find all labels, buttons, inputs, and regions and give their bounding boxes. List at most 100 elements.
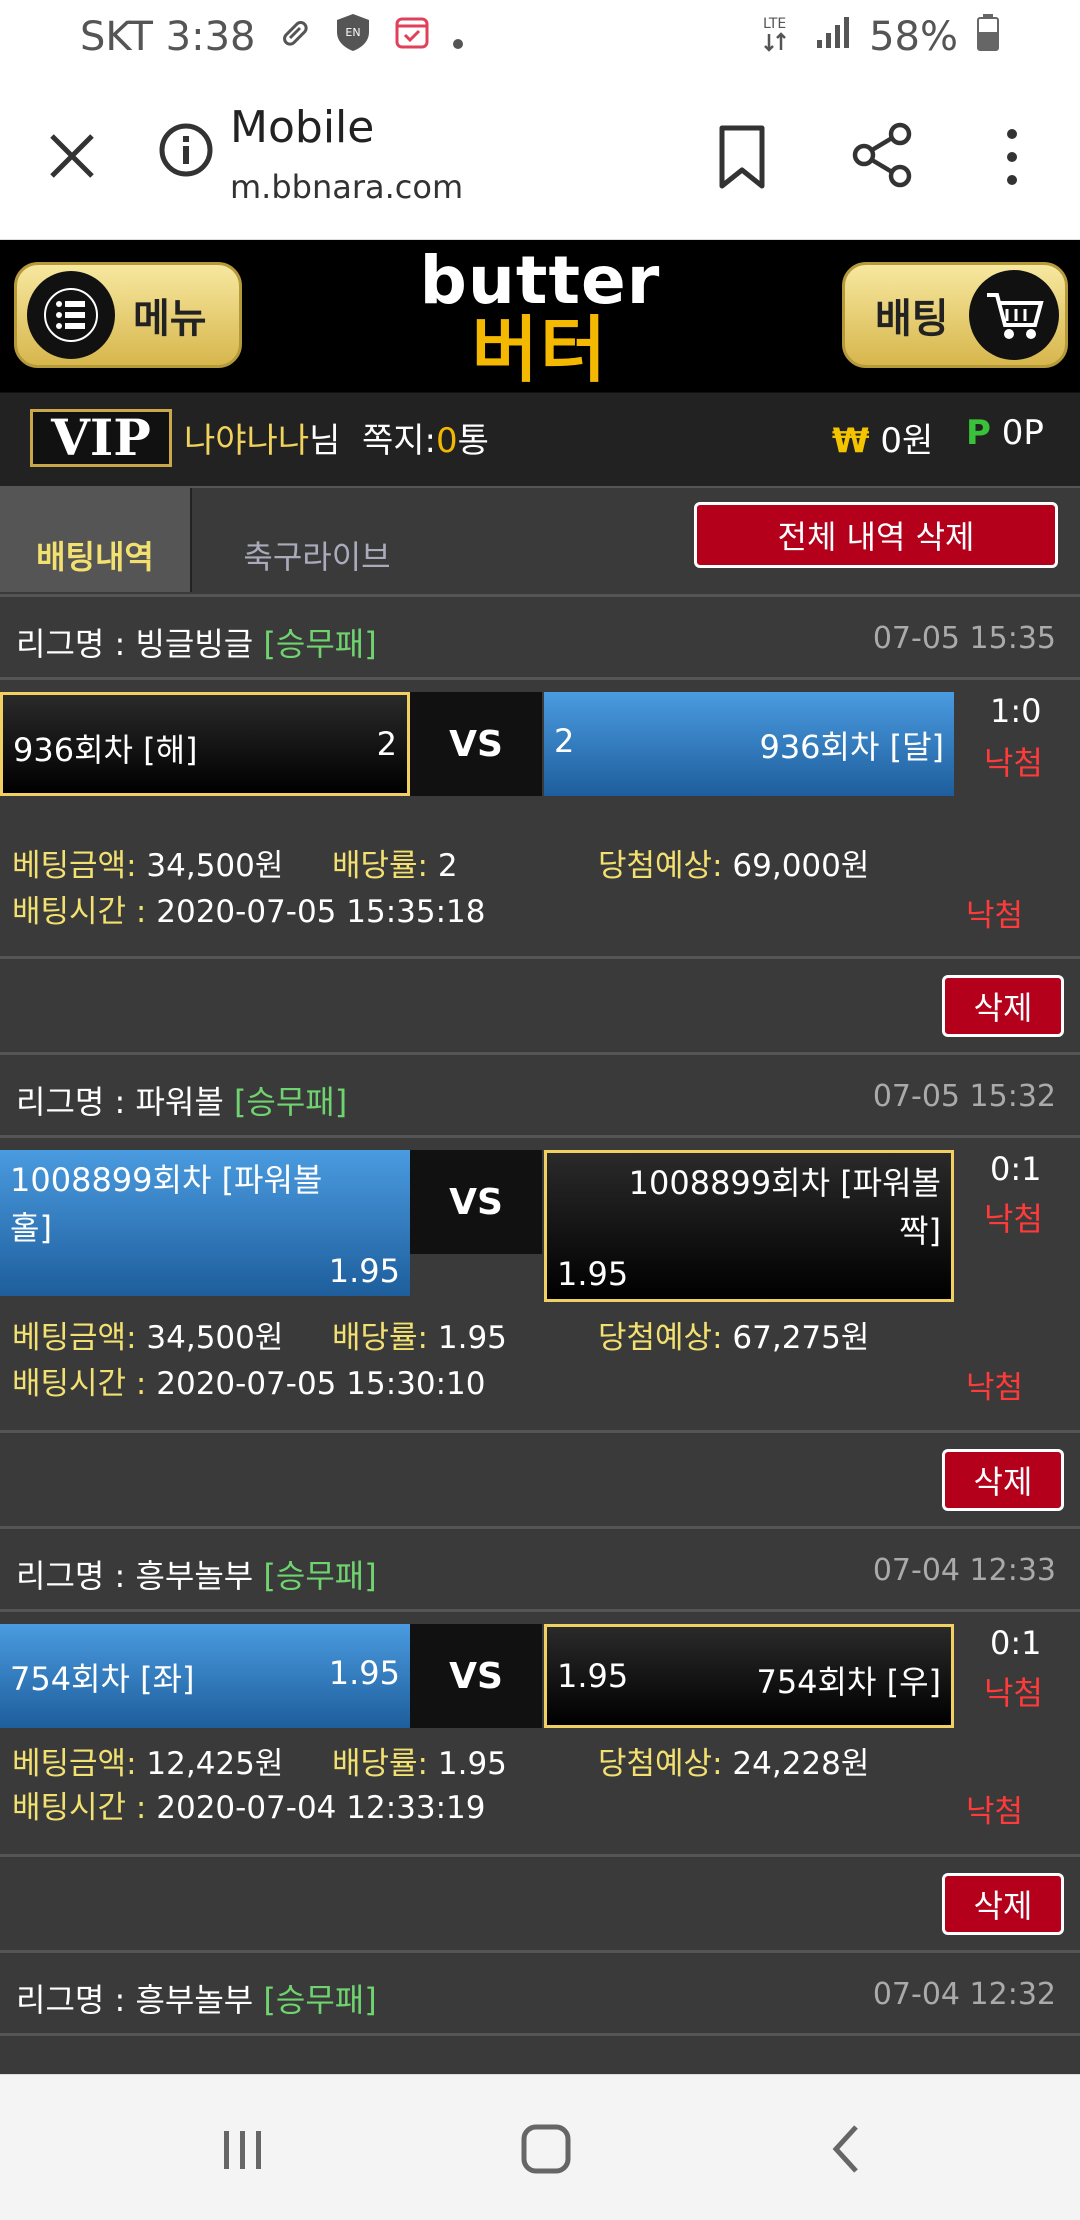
- match-row: 754회차 [좌] 1.95 VS 1.95 754회차 [우] 0:1 낙첨: [0, 1612, 1080, 1728]
- bet-time-label: 배팅시간 :: [12, 1790, 147, 1826]
- away-team-odds: 1.95: [557, 1657, 629, 1695]
- match-row: 1008899회차 [파워볼 홀] 1.95 VS 1008899회차 [파워볼…: [0, 1138, 1080, 1302]
- bet-time: 배팅시간 : 2020-07-05 15:30:10: [12, 1358, 486, 1403]
- away-team-box[interactable]: 1008899회차 [파워볼 짝] 1.95: [544, 1150, 954, 1302]
- entry-actions: 삭제: [0, 1430, 1080, 1526]
- bet-expect-value: 24,228원: [732, 1746, 870, 1782]
- bet-time-value: 2020-07-04 12:33:19: [156, 1790, 486, 1826]
- page-url[interactable]: m.bbnara.com: [230, 168, 463, 206]
- back-icon[interactable]: [826, 2121, 866, 2177]
- user-name: 나야나나님: [184, 413, 340, 462]
- away-team-name: 754회차 [우]: [756, 1663, 941, 1701]
- bet-info: 베팅금액: 34,500원 배당률: 2 당첨예상: 69,000원 배팅시간 …: [0, 836, 1080, 956]
- shield-icon: EN: [334, 12, 372, 62]
- bet-rate-value: 2: [437, 848, 458, 884]
- calendar-icon: [394, 14, 430, 60]
- share-icon[interactable]: [850, 122, 916, 188]
- league-name: 리그명 : 파워볼 [승무패]: [16, 1077, 347, 1123]
- delete-button[interactable]: 삭제: [942, 975, 1064, 1037]
- league-header: 리그명 : 흥부놀부 [승무패] 07-04 12:32: [0, 1950, 1080, 2036]
- home-team-odds: 2: [376, 725, 397, 763]
- bet-expect: 당첨예상: 67,275원: [598, 1312, 869, 1357]
- bet-amount: 베팅금액: 12,425원: [12, 1738, 283, 1783]
- tab-soccer-live[interactable]: 축구라이브: [192, 488, 442, 592]
- away-team-odds: 1.95: [557, 1255, 629, 1293]
- battery-percent: 58%: [869, 14, 958, 60]
- status-right: LTE 58%: [761, 12, 1000, 62]
- bet-rate: 배당률: 2: [332, 840, 458, 885]
- league-tag: [승무패]: [263, 1981, 377, 2019]
- match-row: 936회차 [해] 2 VS 2 936회차 [달] 1:0 낙첨: [0, 680, 1080, 836]
- user-info-bar: VIP 나야나나님 쪽지:0통 ₩ 0원 P 0P: [0, 392, 1080, 486]
- league-label: 리그명 : 흥부놀부: [16, 1981, 254, 2019]
- league-time: 07-04 12:33: [872, 1553, 1056, 1588]
- bet-time-label: 배팅시간 :: [12, 1366, 147, 1402]
- league-name: 리그명 : 흥부놀부 [승무패]: [16, 1551, 377, 1597]
- bet-rate-label: 배당률:: [332, 1320, 429, 1356]
- bet-time-value: 2020-07-05 15:30:10: [156, 1366, 486, 1402]
- system-nav-bar: [0, 2074, 1080, 2220]
- bet-expect-label: 당첨예상:: [598, 1746, 723, 1782]
- league-name: 리그명 : 흥부놀부 [승무패]: [16, 1975, 377, 2021]
- match-result: 낙첨: [984, 1674, 1043, 1712]
- entry-actions: 삭제: [0, 956, 1080, 1052]
- more-vert-icon[interactable]: [994, 122, 1030, 192]
- home-icon[interactable]: [518, 2121, 574, 2177]
- bet-amount: 베팅금액: 34,500원: [12, 840, 283, 885]
- delete-button[interactable]: 삭제: [942, 1873, 1064, 1935]
- league-label: 리그명 : 흥부놀부: [16, 1557, 254, 1595]
- league-tag: [승무패]: [263, 1557, 377, 1595]
- dot-icon: [452, 14, 464, 60]
- bet-button[interactable]: 배팅: [842, 262, 1068, 368]
- bet-rate-value: 1.95: [437, 1746, 507, 1782]
- away-team-box[interactable]: 2 936회차 [달]: [544, 692, 954, 796]
- bet-amount-value: 34,500원: [146, 848, 284, 884]
- svg-text:LTE: LTE: [763, 16, 786, 32]
- recent-apps-icon[interactable]: [220, 2127, 266, 2173]
- vs-label: VS: [410, 1150, 542, 1254]
- bet-status: 낙첨: [966, 1370, 1024, 1406]
- vip-badge: VIP: [30, 409, 172, 467]
- league-header: 리그명 : 파워볼 [승무패] 07-05 15:32: [0, 1052, 1080, 1138]
- tab-bet-history[interactable]: 배팅내역: [0, 488, 192, 592]
- site-logo[interactable]: butter 버터: [404, 248, 676, 388]
- bet-amount-value: 34,500원: [146, 1320, 284, 1356]
- away-team-name: 1008899회차 [파워볼 짝]: [628, 1164, 941, 1250]
- bet-info: 베팅금액: 34,500원 배당률: 1.95 당첨예상: 67,275원 배팅…: [0, 1298, 1080, 1430]
- entry-actions: 삭제: [0, 1854, 1080, 1950]
- home-team-box[interactable]: 754회차 [좌] 1.95: [0, 1624, 410, 1728]
- league-label: 리그명 : 파워볼: [16, 1083, 224, 1121]
- bet-amount-value: 12,425원: [146, 1746, 284, 1782]
- message-count[interactable]: 쪽지:0통: [362, 413, 489, 462]
- browser-toolbar: Mobile m.bbnara.com: [0, 72, 1080, 240]
- close-icon[interactable]: [40, 124, 104, 188]
- bet-status: 낙첨: [966, 1794, 1024, 1830]
- bet-amount-label: 베팅금액:: [12, 1320, 137, 1356]
- hamburger-icon: [27, 271, 115, 359]
- league-label: 리그명 : 빙글빙글: [16, 625, 254, 663]
- menu-button[interactable]: 메뉴: [14, 262, 242, 368]
- match-score: 0:1: [990, 1624, 1042, 1662]
- league-header: 리그명 : 흥부놀부 [승무패] 07-04 12:33: [0, 1526, 1080, 1612]
- won-value: 0원: [880, 421, 934, 461]
- bet-rate-label: 배당률:: [332, 848, 429, 884]
- home-team-odds: 1.95: [328, 1654, 400, 1692]
- bet-entry: 리그명 : 파워볼 [승무패] 07-05 15:32 1008899회차 [파…: [0, 1052, 1080, 1526]
- signal-icon: [815, 14, 851, 60]
- point-icon: P: [966, 413, 991, 453]
- league-time: 07-04 12:32: [872, 1977, 1056, 2012]
- bookmark-icon[interactable]: [712, 122, 772, 192]
- home-team-name: 1008899회차 [파워볼 홀]: [10, 1161, 323, 1247]
- bet-rate: 배당률: 1.95: [332, 1312, 507, 1357]
- bet-expect: 당첨예상: 69,000원: [598, 840, 869, 885]
- delete-all-button[interactable]: 전체 내역 삭제: [694, 502, 1058, 568]
- logo-english: butter: [419, 242, 661, 319]
- delete-button[interactable]: 삭제: [942, 1449, 1064, 1511]
- home-team-box[interactable]: 936회차 [해] 2: [0, 692, 410, 796]
- logo-korean: 버터: [471, 308, 609, 392]
- info-icon[interactable]: [156, 120, 216, 180]
- home-team-box[interactable]: 1008899회차 [파워볼 홀] 1.95: [0, 1150, 410, 1296]
- site-header: 메뉴 butter 버터 배팅: [0, 240, 1080, 392]
- away-team-box[interactable]: 1.95 754회차 [우]: [544, 1624, 954, 1728]
- message-unit: 통: [457, 421, 489, 461]
